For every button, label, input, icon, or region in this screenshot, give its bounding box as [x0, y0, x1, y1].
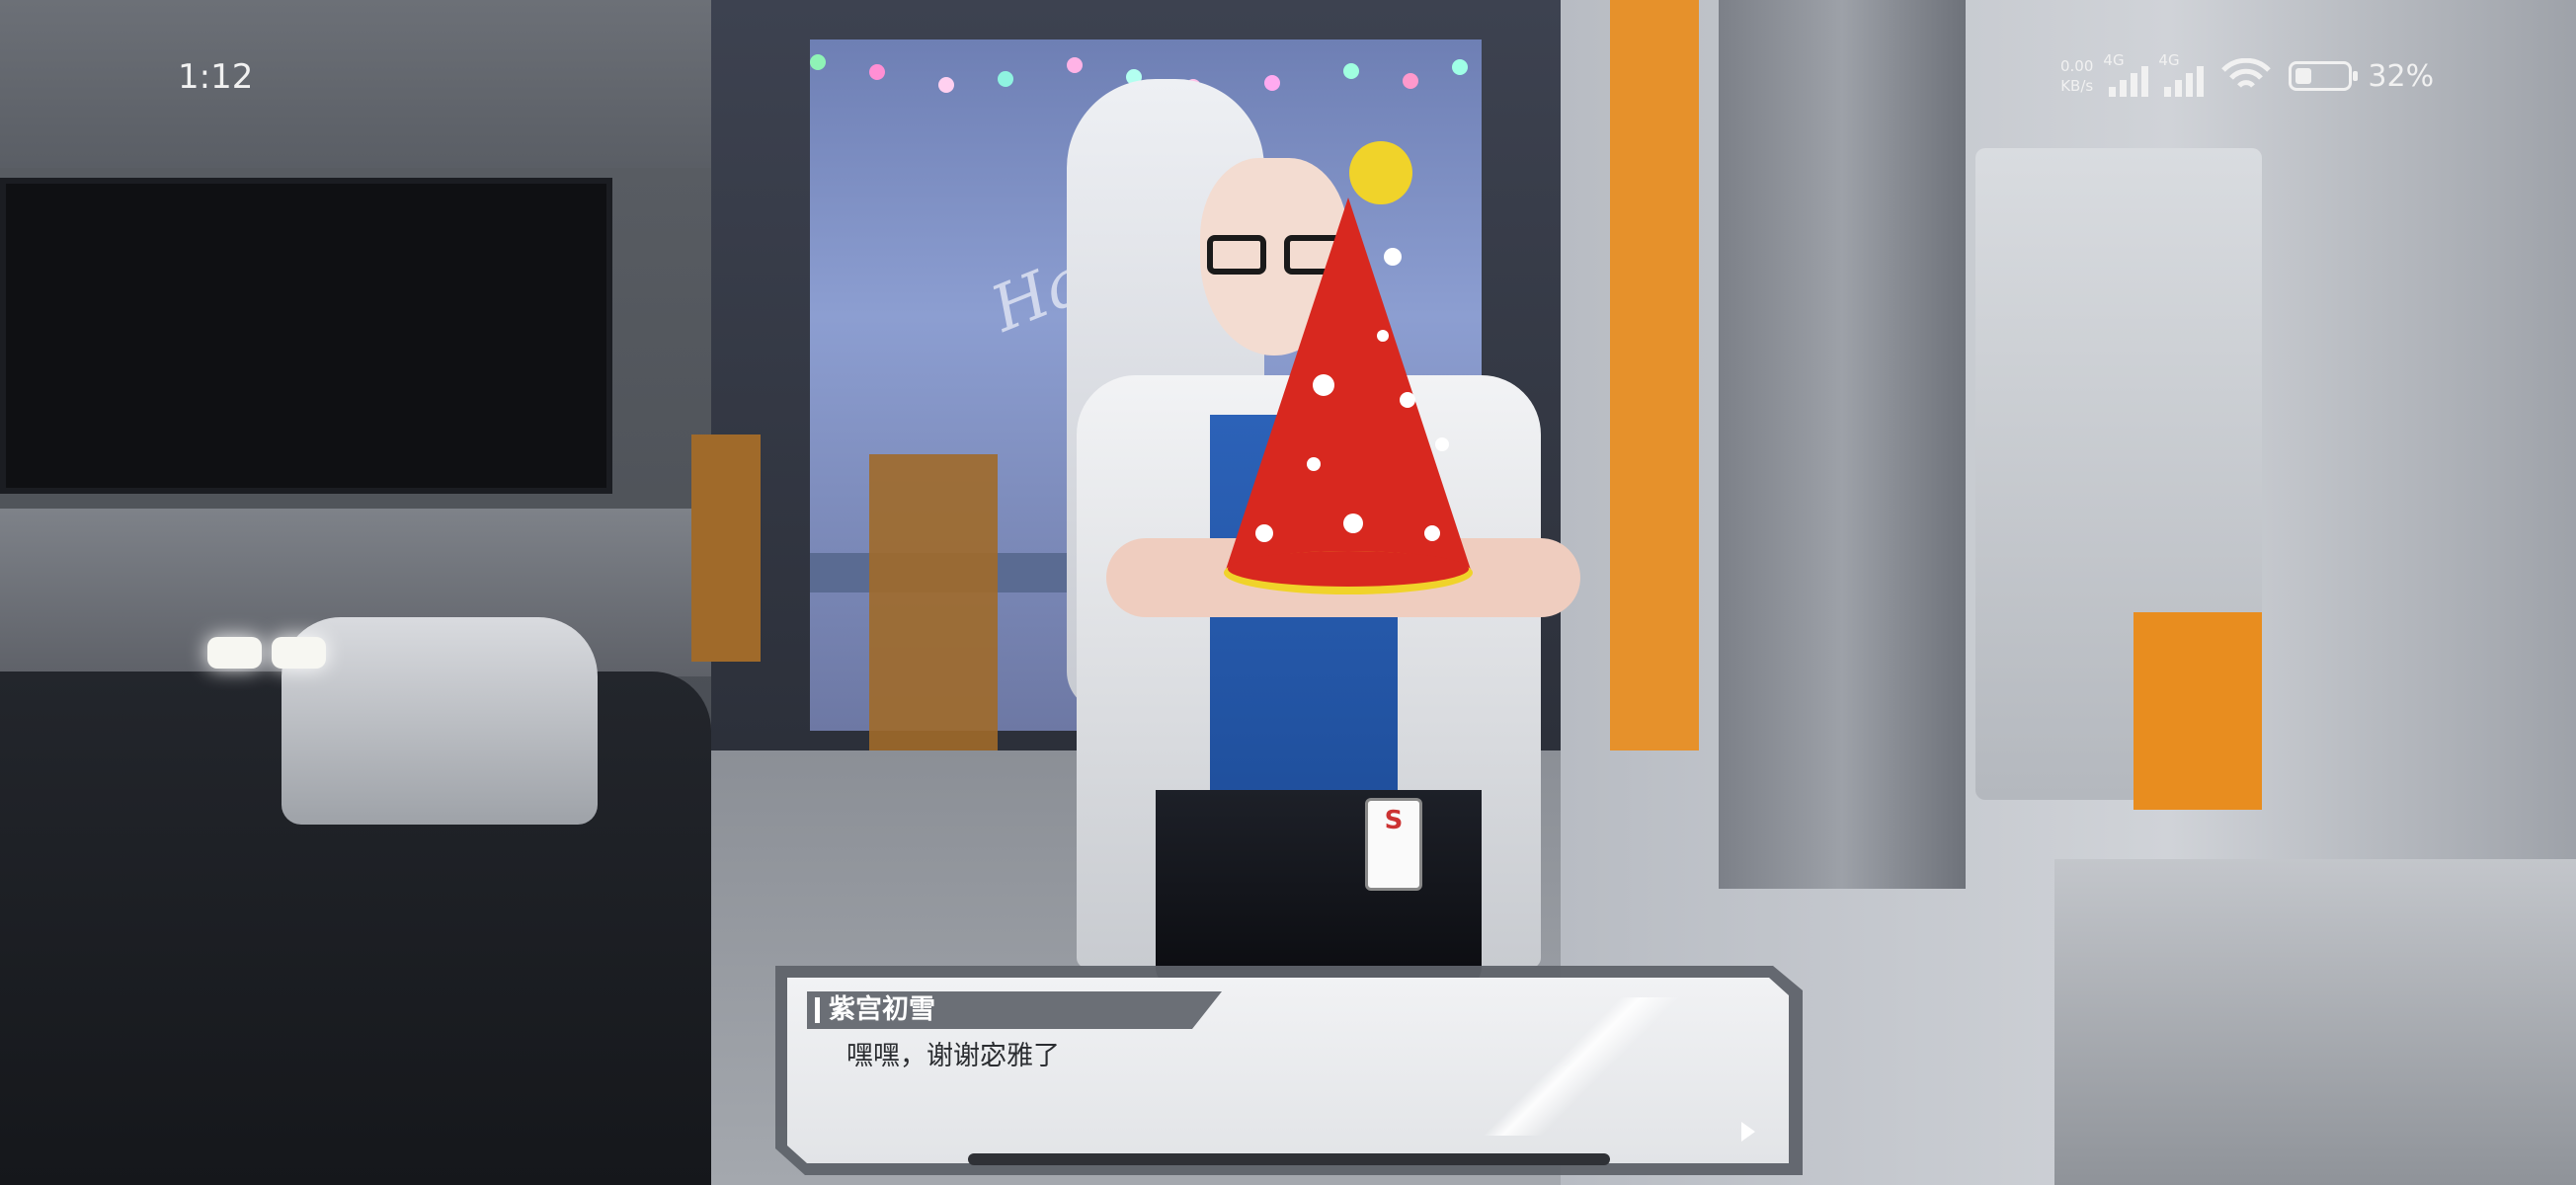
- television-screen: [0, 178, 612, 494]
- wooden-chair: [869, 454, 998, 750]
- dialogue-box[interactable]: 紫宫初雪 嘿嘿，谢谢宓雅了: [775, 966, 1803, 1175]
- game-scene[interactable]: Happy S 1:12 0.00 KB/s 4G: [0, 0, 2576, 1185]
- sim2-network-label: 4G: [2158, 51, 2180, 69]
- battery-fill: [2295, 68, 2312, 84]
- wall-panel: [0, 0, 711, 168]
- cell-signal-icon: 4G: [2158, 51, 2205, 97]
- home-indicator-bar[interactable]: [968, 1153, 1610, 1165]
- network-speed-unit: KB/s: [2060, 77, 2094, 95]
- dialogue-text: 嘿嘿，谢谢宓雅了: [846, 1041, 1060, 1071]
- status-clock: 1:12: [178, 57, 254, 97]
- ceiling-lights: [207, 637, 336, 669]
- dialogue-decoration: [1463, 997, 1720, 1136]
- party-hat-pompom: [1349, 141, 1412, 204]
- dialogue-panel: 紫宫初雪 嘿嘿，谢谢宓雅了: [787, 978, 1789, 1163]
- cell-signal-icon: 4G: [2103, 51, 2149, 97]
- network-speed-value: 0.00: [2060, 57, 2094, 75]
- metal-frame: [1719, 0, 1966, 889]
- party-hat: [1224, 141, 1473, 594]
- lab-machine: [2054, 859, 2576, 1185]
- sim1-network-label: 4G: [2103, 51, 2125, 69]
- character-skirt: [1156, 790, 1482, 988]
- battery-icon: [2289, 61, 2359, 91]
- speaker-name: 紫宫初雪: [829, 994, 935, 1025]
- wifi-icon: [2221, 58, 2272, 88]
- id-badge: S: [1365, 798, 1422, 891]
- orange-wall-panel: [1610, 0, 1699, 750]
- status-indicators: 0.00 KB/s 4G 4G 32%: [2060, 51, 2434, 101]
- locker-orange-panel: [2133, 612, 2262, 810]
- next-arrow-icon[interactable]: [1741, 1122, 1755, 1142]
- wooden-chair: [691, 434, 761, 662]
- network-speed: 0.00 KB/s: [2060, 56, 2093, 96]
- battery-percent: 32%: [2368, 58, 2435, 94]
